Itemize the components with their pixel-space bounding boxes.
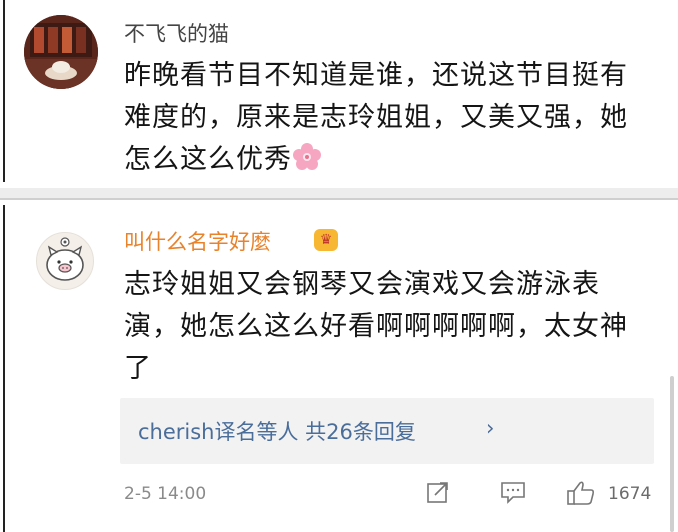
replies-box[interactable]: cherish译名等人 共26条回复 › bbox=[120, 398, 654, 464]
comment-card-1: 不飞飞的猫 昨晚看节目不知道是谁，还说这节目挺有难度的，原来是志玲姐姐，又美又强… bbox=[0, 0, 678, 188]
card-edge bbox=[3, 0, 5, 182]
avatar-photo bbox=[24, 15, 98, 89]
comment-text: 昨晚看节目不知道是谁，还说这节目挺有难度的，原来是志玲姐姐，又美又强，她怎么这么… bbox=[124, 55, 644, 181]
replies-link[interactable]: cherish译名等人 共26条回复 bbox=[138, 416, 416, 446]
pig-avatar bbox=[46, 237, 84, 281]
timestamp: 2-5 14:00 bbox=[124, 484, 207, 504]
comment-icon[interactable] bbox=[500, 480, 526, 504]
scrollbar[interactable] bbox=[670, 376, 674, 532]
username[interactable]: 不飞飞的猫 bbox=[124, 18, 229, 48]
share-icon[interactable] bbox=[426, 480, 450, 504]
cherry-blossom-emoji bbox=[293, 143, 321, 170]
like-count: 1674 bbox=[608, 484, 652, 504]
comment-text-content: 昨晚看节目不知道是谁，还说这节目挺有难度的，原来是志玲姐姐，又美又强，她怎么这么… bbox=[124, 60, 628, 175]
avatar[interactable] bbox=[36, 232, 94, 290]
comment-text: 志玲姐姐又会钢琴又会演戏又会游泳表演，她怎么这么好看啊啊啊啊啊，太女神了 bbox=[124, 269, 628, 384]
like-icon[interactable] bbox=[566, 480, 596, 506]
crown-badge-icon: ♛ bbox=[314, 229, 338, 251]
chevron-right-icon: › bbox=[486, 416, 495, 440]
username[interactable]: 叫什么名字好麼 bbox=[124, 226, 271, 256]
avatar[interactable] bbox=[24, 15, 98, 89]
card-edge bbox=[3, 205, 5, 532]
